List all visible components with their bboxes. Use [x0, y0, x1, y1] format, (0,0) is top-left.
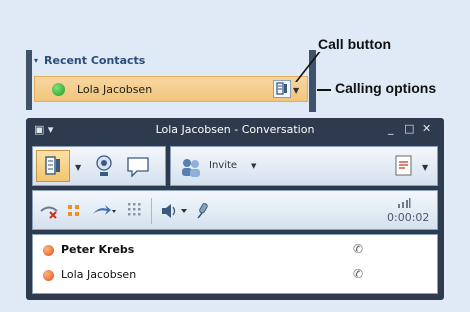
window-title: Lola Jacobsen - Conversation	[155, 123, 315, 136]
maximize-button[interactable]: □	[404, 122, 414, 135]
phone-icon	[45, 156, 60, 175]
microphone-button[interactable]	[193, 200, 213, 222]
participant-list: Peter Krebs ✆ Lola Jacobsen ✆	[32, 234, 438, 294]
webcam-icon	[96, 155, 112, 176]
hang-up-button[interactable]	[39, 202, 59, 220]
transfer-button[interactable]	[91, 202, 117, 220]
speech-bubble-icon	[127, 157, 149, 178]
transfer-arrow-icon	[93, 205, 116, 215]
volume-button[interactable]	[159, 202, 189, 220]
invite-dropdown-icon[interactable]: ▼	[251, 162, 256, 170]
screenshot-panel: ▾ Recent Contacts Lola Jacobsen ▼ Call bu…	[0, 0, 470, 312]
participant-phone-icon: ✆	[353, 242, 364, 256]
callout-line-options	[317, 89, 331, 91]
callout-calling-options: Calling options	[335, 80, 437, 96]
participant-phone-icon: ✆	[353, 267, 364, 281]
speaker-icon	[162, 204, 187, 218]
contact-name: Lola Jacobsen	[77, 83, 153, 96]
call-controls-toolbar: 0:00:02	[32, 190, 438, 230]
presence-available-icon	[52, 83, 65, 96]
invite-label: Invite	[209, 160, 238, 171]
callout-call-button: Call button	[318, 36, 392, 52]
call-button[interactable]	[273, 80, 291, 98]
im-button[interactable]	[123, 153, 153, 181]
video-button[interactable]	[91, 153, 117, 181]
end-call-icon	[40, 206, 58, 219]
hold-button[interactable]	[65, 202, 83, 220]
presence-busy-icon	[43, 245, 54, 256]
conversation-window: ▣ ▾ Lola Jacobsen - Conversation _ □ ✕ ▼	[26, 118, 444, 300]
recent-contacts-header[interactable]: ▾ Recent Contacts	[34, 54, 145, 67]
minimize-button[interactable]: _	[388, 122, 394, 135]
call-options-arrow-icon[interactable]: ▼	[75, 161, 81, 174]
phone-icon	[276, 82, 287, 95]
recent-contacts-label: Recent Contacts	[44, 54, 146, 67]
sharing-toolbar: Invite ▼ ▼	[170, 146, 438, 186]
presence-busy-icon	[43, 270, 54, 281]
hold-icon	[68, 205, 79, 216]
participant-name[interactable]: Peter Krebs	[61, 243, 134, 256]
window-titlebar[interactable]: ▣ ▾ Lola Jacobsen - Conversation _ □ ✕	[26, 118, 444, 142]
people-icon	[182, 159, 200, 177]
contact-list-left-border	[26, 50, 32, 110]
invite-button[interactable]: Invite ▼	[177, 153, 267, 181]
collapse-arrow-icon[interactable]: ▾	[34, 56, 38, 65]
dialpad-icon	[128, 203, 141, 216]
share-dropdown-icon[interactable]: ▼	[422, 161, 428, 174]
participant-name[interactable]: Lola Jacobsen	[61, 268, 136, 281]
modality-toolbar: ▼	[32, 146, 166, 186]
microphone-icon	[197, 203, 208, 219]
calling-options-dropdown[interactable]: ▼	[293, 86, 299, 95]
call-toggle-button[interactable]	[36, 150, 70, 182]
share-button[interactable]	[393, 153, 415, 179]
call-timer: 0:00:02	[387, 211, 430, 224]
contact-row-lola-jacobsen[interactable]: Lola Jacobsen ▼	[34, 76, 308, 102]
dialpad-button[interactable]	[125, 200, 143, 222]
document-share-icon	[395, 155, 412, 176]
close-button[interactable]: ✕	[422, 122, 431, 135]
toolbar-divider	[151, 198, 152, 224]
